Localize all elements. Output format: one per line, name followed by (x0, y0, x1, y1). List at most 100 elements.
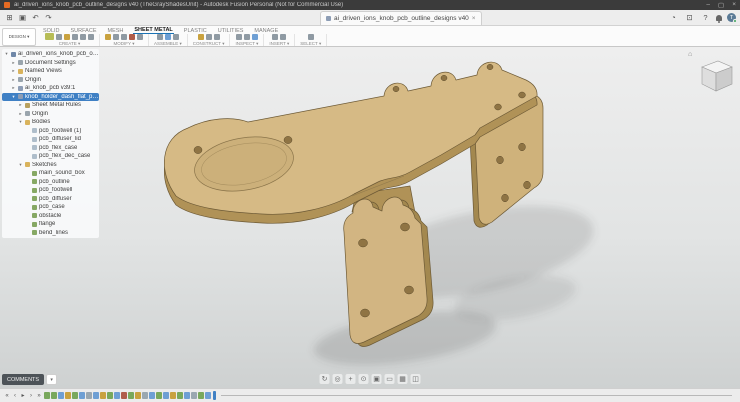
tree-item[interactable]: ▾ Sketches (2, 161, 99, 170)
tree-item[interactable]: ▸ Document Settings (2, 59, 99, 68)
home-view-icon[interactable]: ⌂ (688, 51, 692, 58)
skip-to-end-icon[interactable]: » (35, 393, 43, 399)
view-cube[interactable]: ⌂ (688, 51, 736, 103)
tree-item[interactable]: flange (2, 220, 99, 229)
tree-caret-icon[interactable]: ▾ (18, 162, 23, 168)
flange-feature[interactable] (135, 392, 141, 399)
fillet-icon[interactable] (113, 34, 119, 40)
measure-icon[interactable] (236, 34, 242, 40)
extrude-feature[interactable] (114, 392, 120, 399)
tree-item[interactable]: pcb_diffuser (2, 195, 99, 204)
tree-item[interactable]: pcb_outline (2, 178, 99, 187)
grid-settings-icon[interactable]: ▦ (398, 374, 408, 384)
fillet-feature[interactable] (142, 392, 148, 399)
tree-item[interactable]: pcb_diffuser_lid (2, 135, 99, 144)
toolbar-group-label[interactable]: MODIFY ▾ (114, 41, 135, 47)
sketch-feature[interactable] (128, 392, 134, 399)
sketch-feature[interactable] (156, 392, 162, 399)
select-icon[interactable] (308, 34, 314, 40)
tree-item[interactable]: bend_lines (2, 229, 99, 238)
tree-caret-icon[interactable]: ▾ (18, 119, 23, 125)
timeline-position-marker[interactable] (213, 391, 216, 400)
construction-plane-icon[interactable] (198, 34, 204, 40)
hole-feature[interactable] (93, 392, 99, 399)
flange-feature[interactable] (65, 392, 71, 399)
orbit-icon[interactable]: ↻ (320, 374, 330, 384)
section-analysis-icon[interactable] (252, 34, 258, 40)
extrude-feature[interactable] (58, 392, 64, 399)
tree-item[interactable]: pcb_flex_dec_case (2, 152, 99, 161)
combine-icon[interactable] (129, 34, 135, 40)
view-cube-graphic[interactable] (688, 51, 736, 103)
tree-item[interactable]: obstacle (2, 212, 99, 221)
fillet-feature[interactable] (86, 392, 92, 399)
sketch-feature[interactable] (44, 392, 50, 399)
comments-button[interactable]: COMMENTS (2, 374, 44, 385)
sketch-feature[interactable] (107, 392, 113, 399)
toolbar-group-label[interactable]: ASSEMBLE ▾ (154, 41, 182, 47)
tree-caret-icon[interactable]: ▸ (11, 68, 16, 74)
interference-icon[interactable] (244, 34, 250, 40)
construction-axis-icon[interactable] (206, 34, 212, 40)
profile-avatar[interactable]: T (727, 13, 736, 22)
step-forward-icon[interactable]: › (27, 393, 35, 399)
hole-feature[interactable] (163, 392, 169, 399)
extensions-icon[interactable]: ⊡ (684, 12, 695, 23)
tree-item[interactable]: pcb_footwell (1) (2, 127, 99, 136)
help-icon[interactable]: ? (700, 12, 711, 23)
tree-caret-icon[interactable]: ▸ (11, 85, 16, 91)
hole-feature[interactable] (205, 392, 211, 399)
tree-item[interactable]: pcb_footwell (2, 186, 99, 195)
extrude-feature[interactable] (79, 392, 85, 399)
tree-caret-icon[interactable]: ▸ (18, 111, 23, 117)
tree-caret-icon[interactable]: ▸ (18, 102, 23, 108)
document-tab-close-icon[interactable]: × (472, 15, 476, 22)
unfold-icon[interactable] (72, 34, 78, 40)
create-sketch-icon[interactable] (56, 34, 62, 40)
tree-item[interactable]: ▸ Named Views (2, 67, 99, 76)
tree-item[interactable]: pcb_flex_case (2, 144, 99, 153)
minimize-button[interactable]: – (706, 1, 710, 9)
tree-caret-icon[interactable]: ▾ (4, 51, 9, 57)
display-settings-icon[interactable]: ▭ (385, 374, 395, 384)
tree-item[interactable]: ▸ Origin (2, 110, 99, 119)
play-icon[interactable]: ▸ (19, 392, 27, 399)
flange-feature[interactable] (170, 392, 176, 399)
new-component-icon[interactable] (157, 34, 163, 40)
data-panel-toggle-icon[interactable]: ⊞ (4, 12, 15, 23)
tree-item[interactable]: pcb_case (2, 203, 99, 212)
workspace-selector[interactable]: DESIGN ▾ (2, 28, 36, 46)
maximize-button[interactable]: ▢ (718, 1, 724, 9)
step-back-icon[interactable]: ‹ (11, 393, 19, 399)
viewports-icon[interactable]: ◫ (411, 374, 421, 384)
construction-point-icon[interactable] (214, 34, 220, 40)
pan-icon[interactable]: + (346, 374, 356, 384)
bend-icon[interactable] (80, 34, 86, 40)
hole-icon[interactable] (88, 34, 94, 40)
tree-item[interactable]: ▸ Origin (2, 76, 99, 85)
convert-to-sheet-metal-icon[interactable] (64, 34, 70, 40)
tree-item[interactable]: ▾ knob_holder_dash_flat_pcb v40:1 (2, 93, 99, 102)
skip-to-start-icon[interactable]: « (3, 393, 11, 399)
extrude-feature[interactable] (149, 392, 155, 399)
sketch-feature[interactable] (72, 392, 78, 399)
notifications-bell-icon[interactable] (716, 15, 722, 21)
sketch-feature[interactable] (51, 392, 57, 399)
change-parameters-icon[interactable] (137, 34, 143, 40)
timeline-track[interactable] (221, 395, 732, 396)
tree-caret-icon[interactable]: ▸ (11, 60, 16, 66)
tree-item[interactable]: ▾ Bodies (2, 118, 99, 127)
shell-icon[interactable] (121, 34, 127, 40)
rigid-group-icon[interactable] (173, 34, 179, 40)
flange-feature[interactable] (100, 392, 106, 399)
job-status-icon[interactable]: ◔ (668, 12, 679, 23)
joint-icon[interactable] (165, 34, 171, 40)
zoom-icon[interactable]: ⊙ (359, 374, 369, 384)
toolbar-group-label[interactable]: SELECT ▾ (300, 41, 321, 47)
toolbar-group-label[interactable]: CONSTRUCT ▾ (193, 41, 225, 47)
save-icon[interactable]: ▣ (17, 12, 28, 23)
toolbar-group-label[interactable]: INSPECT ▾ (235, 41, 258, 47)
tree-caret-icon[interactable]: ▾ (11, 94, 16, 100)
tree-item[interactable]: ▾ ai_driven_ions_knob_pcb_outline_de... (2, 50, 99, 59)
document-tab[interactable]: ai_driven_ions_knob_pcb_outline_designs … (320, 11, 482, 25)
